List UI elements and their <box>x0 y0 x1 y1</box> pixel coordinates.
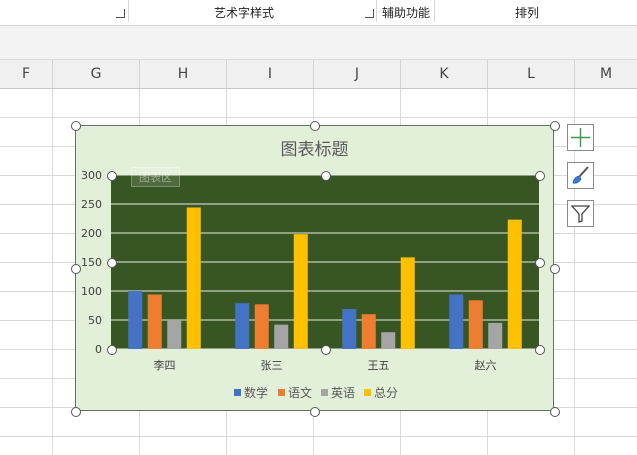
plot-resize-handle[interactable] <box>535 258 545 268</box>
resize-handle[interactable] <box>550 264 560 274</box>
legend-label: 语文 <box>288 386 313 400</box>
column-header-h[interactable]: H <box>140 60 227 88</box>
paintbrush-icon <box>572 166 589 184</box>
resize-handle[interactable] <box>71 264 81 274</box>
ribbon-separator <box>434 0 435 22</box>
plot-resize-handle[interactable] <box>535 345 545 355</box>
plot-resize-handle[interactable] <box>107 258 117 268</box>
ribbon-group-arrange[interactable]: 排列 <box>515 4 539 21</box>
ribbon-group-wordart-styles[interactable]: 艺术字样式 <box>214 4 274 21</box>
resize-handle[interactable] <box>550 121 560 131</box>
column-header-f[interactable]: F <box>0 60 53 88</box>
legend-swatch <box>278 389 285 396</box>
legend-swatch <box>364 389 371 396</box>
legend-swatch <box>234 389 241 396</box>
resize-handle[interactable] <box>71 121 81 131</box>
legend-item-total[interactable]: 总分 <box>364 384 398 401</box>
resize-handle[interactable] <box>310 121 320 131</box>
plot-resize-handle[interactable] <box>107 345 117 355</box>
column-header-k[interactable]: K <box>401 60 488 88</box>
legend-item-chinese[interactable]: 语文 <box>278 384 312 401</box>
ribbon-separator <box>376 0 377 22</box>
chart-styles-button[interactable] <box>567 162 594 189</box>
legend-label: 总分 <box>374 386 399 400</box>
ribbon-group-accessibility[interactable]: 辅助功能 <box>382 4 430 21</box>
column-header-m[interactable]: M <box>575 60 637 88</box>
plus-icon <box>571 128 590 147</box>
plot-area-tooltip: 图表区 <box>131 167 180 187</box>
dialog-launcher-icon[interactable] <box>116 9 125 18</box>
chart-title[interactable]: 图表标题 <box>76 135 553 160</box>
resize-handle[interactable] <box>550 407 560 417</box>
resize-handle[interactable] <box>71 407 81 417</box>
ribbon: 艺术字样式 辅助功能 排列 <box>0 0 637 26</box>
chart-filters-button[interactable] <box>567 200 594 227</box>
legend-item-english[interactable]: 英语 <box>321 384 355 401</box>
formula-bar-area <box>0 26 637 60</box>
plot-resize-handle[interactable] <box>321 345 331 355</box>
plot-resize-handle[interactable] <box>535 171 545 181</box>
legend-swatch <box>321 389 328 396</box>
column-header-g[interactable]: G <box>53 60 140 88</box>
plot-area[interactable] <box>111 175 539 349</box>
ribbon-separator <box>128 0 129 22</box>
column-header-i[interactable]: I <box>227 60 314 88</box>
filter-icon <box>570 205 591 223</box>
resize-handle[interactable] <box>310 407 320 417</box>
plot-resize-handle[interactable] <box>107 171 117 181</box>
dialog-launcher-icon[interactable] <box>365 9 374 18</box>
legend-item-math[interactable]: 数学 <box>234 384 268 401</box>
chart-elements-button[interactable] <box>567 124 594 151</box>
column-headers: F G H I J K L M <box>0 60 637 89</box>
column-header-l[interactable]: L <box>488 60 575 88</box>
plot-resize-handle[interactable] <box>321 171 331 181</box>
column-header-j[interactable]: J <box>314 60 401 88</box>
legend-label: 英语 <box>331 386 356 400</box>
chart-legend[interactable]: 数学 语文 英语 总分 <box>0 384 637 400</box>
legend-label: 数学 <box>244 386 269 400</box>
